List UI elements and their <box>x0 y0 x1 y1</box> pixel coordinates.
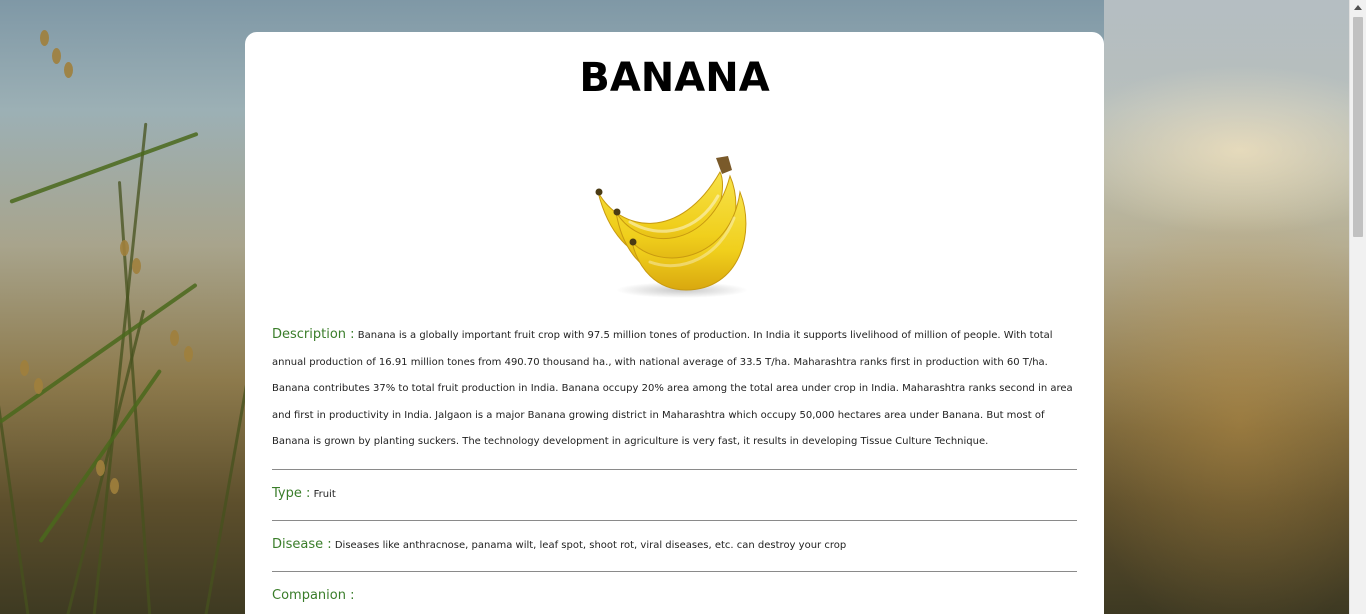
rice-grain <box>20 360 29 376</box>
rice-grain <box>170 330 179 346</box>
type-label: Type : <box>272 485 311 501</box>
rice-grain <box>52 48 61 64</box>
rice-grain <box>132 258 141 274</box>
page-title: BANANA <box>579 55 770 101</box>
rice-grain <box>96 460 105 476</box>
description-label: Description : <box>272 327 355 342</box>
rice-leaf <box>0 282 198 424</box>
disease-section: Disease : Diseases like anthracnose, pan… <box>272 521 1077 572</box>
companion-section: Companion : <box>272 572 1077 614</box>
rice-grain <box>34 378 43 394</box>
rice-grain <box>110 478 119 494</box>
background-haze <box>1104 0 1366 614</box>
companion-label: Companion : <box>272 587 355 603</box>
rice-grain <box>64 62 73 78</box>
crop-detail-card: BANANA Description: Banana is a globall… <box>245 32 1104 614</box>
rice-grain <box>40 30 49 46</box>
scroll-thumb[interactable] <box>1353 17 1363 237</box>
type-value: Fruit <box>313 488 336 500</box>
description-text: Banana is a globally important fruit cro… <box>272 330 1073 447</box>
banana-image <box>590 152 760 302</box>
scroll-up-arrow-icon[interactable] <box>1354 5 1362 10</box>
rice-grain <box>184 346 193 362</box>
disease-value: Diseases like anthracnose, panama wilt, … <box>334 539 847 551</box>
disease-label: Disease : <box>272 536 332 552</box>
rice-grain <box>120 240 129 256</box>
type-section: Type : Fruit <box>272 470 1077 521</box>
rice-stalk <box>0 45 33 614</box>
rice-leaf <box>9 131 199 204</box>
page-scrollbar[interactable] <box>1349 0 1366 614</box>
description-section: Description : Banana is a globally impor… <box>272 322 1077 470</box>
